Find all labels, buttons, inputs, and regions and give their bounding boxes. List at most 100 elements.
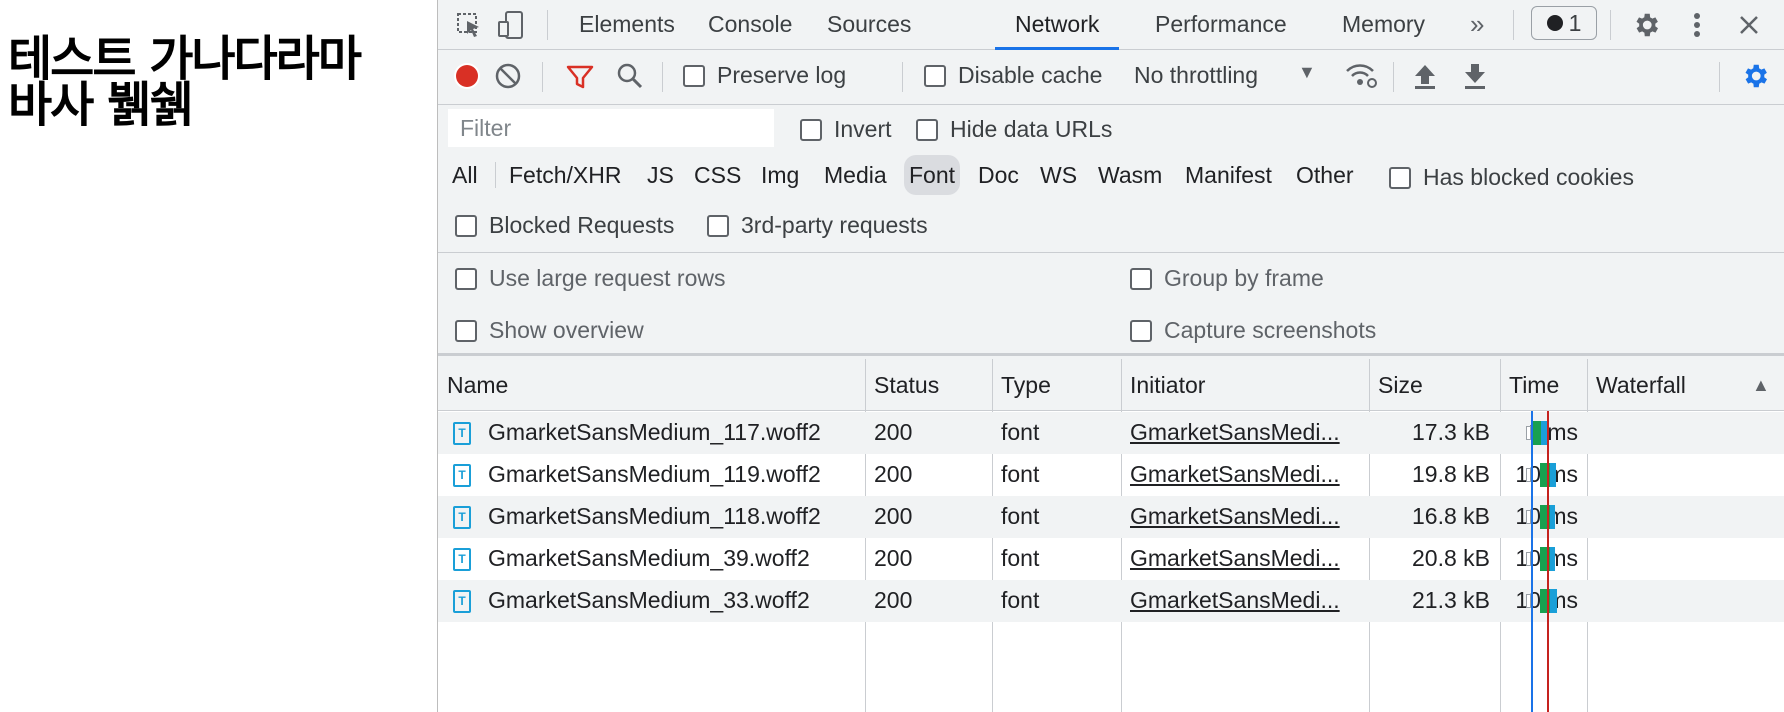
network-conditions-icon[interactable]: [1345, 59, 1379, 93]
tab-performance[interactable]: Performance: [1155, 0, 1287, 50]
column-header-status[interactable]: Status: [865, 359, 939, 411]
blocked-requests-checkbox[interactable]: Blocked Requests: [455, 212, 674, 239]
show-overview-label: Show overview: [489, 317, 644, 343]
column-header-name[interactable]: Name: [438, 359, 508, 411]
has-blocked-cookies-checkbox[interactable]: Has blocked cookies: [1389, 164, 1634, 191]
checkbox-box[interactable]: [455, 319, 477, 342]
tab-console[interactable]: Console: [708, 0, 792, 50]
large-request-rows-checkbox[interactable]: Use large request rows: [455, 265, 726, 292]
disable-cache-checkbox[interactable]: Disable cache: [924, 62, 1102, 89]
column-header-type[interactable]: Type: [992, 359, 1051, 411]
clear-icon[interactable]: [491, 59, 525, 93]
throttling-select[interactable]: No throttling: [1134, 62, 1258, 89]
page-heading: 테스트 가나다라마 바사 뷁쉙: [8, 31, 428, 133]
type-filter-fetch-xhr[interactable]: Fetch/XHR: [504, 155, 626, 195]
close-icon[interactable]: [1732, 8, 1766, 42]
filter-input[interactable]: [448, 109, 774, 147]
search-icon[interactable]: [613, 59, 647, 93]
request-status: 200: [874, 419, 913, 445]
checkbox-box[interactable]: [1130, 319, 1152, 342]
hide-data-urls-checkbox[interactable]: Hide data URLs: [916, 116, 1112, 143]
table-row[interactable]: T GmarketSansMedium_118.woff2 200 font Gmark…: [438, 496, 1784, 538]
request-status: 200: [874, 461, 913, 487]
network-settings-gear-icon[interactable]: [1738, 59, 1772, 93]
show-overview-checkbox[interactable]: Show overview: [455, 317, 644, 344]
issues-count: 1: [1568, 9, 1582, 36]
request-size: 20.8 kB: [1412, 545, 1490, 571]
kebab-menu-icon[interactable]: [1680, 8, 1714, 42]
tab-network[interactable]: Network: [995, 0, 1120, 50]
checkbox-box[interactable]: [800, 118, 822, 141]
hide-data-urls-label: Hide data URLs: [950, 116, 1113, 142]
checkbox-box[interactable]: [1130, 267, 1152, 290]
column-header-time[interactable]: Time: [1500, 359, 1559, 411]
type-filter-ws[interactable]: WS: [1035, 155, 1082, 195]
request-status: 200: [874, 545, 913, 571]
request-initiator-link[interactable]: GmarketSansMedi...: [1130, 498, 1360, 535]
request-name: GmarketSansMedium_117.woff2: [488, 419, 821, 445]
type-filter-all[interactable]: All: [447, 155, 483, 195]
type-filter-css[interactable]: CSS: [689, 155, 746, 195]
type-filter-img[interactable]: Img: [756, 155, 804, 195]
request-initiator-link[interactable]: GmarketSansMedi...: [1130, 456, 1360, 493]
request-type: font: [1001, 419, 1040, 445]
request-size: 17.3 kB: [1412, 419, 1490, 445]
checkbox-box[interactable]: [683, 64, 705, 87]
request-name: GmarketSansMedium_118.woff2: [488, 503, 821, 529]
checkbox-box[interactable]: [1389, 166, 1411, 189]
checkbox-box[interactable]: [924, 64, 946, 87]
requests-table: Name Status Type Initiator Size Time Wat…: [438, 359, 1784, 712]
heading-line-1: 테스트 가나다라마: [8, 31, 362, 87]
issues-counter-button[interactable]: 1: [1531, 6, 1597, 40]
request-initiator-link[interactable]: GmarketSansMedi...: [1130, 540, 1360, 577]
column-header-size[interactable]: Size: [1369, 359, 1423, 411]
sort-ascending-icon[interactable]: ▲: [1743, 359, 1770, 411]
gear-icon[interactable]: [1629, 8, 1663, 42]
upload-icon[interactable]: [1408, 59, 1442, 93]
group-by-frame-checkbox[interactable]: Group by frame: [1130, 265, 1324, 292]
table-row[interactable]: T GmarketSansMedium_117.woff2 200 font Gmark…: [438, 412, 1784, 454]
request-initiator-link[interactable]: GmarketSansMedi...: [1130, 414, 1360, 451]
invert-checkbox[interactable]: Invert: [800, 116, 892, 143]
tab-elements[interactable]: Elements: [579, 0, 675, 50]
font-file-icon: T: [453, 464, 471, 487]
type-filter-wasm[interactable]: Wasm: [1093, 155, 1167, 195]
divider: [495, 162, 496, 188]
divider: [547, 10, 548, 40]
request-initiator-link[interactable]: GmarketSansMedi...: [1130, 582, 1360, 619]
third-party-requests-checkbox[interactable]: 3rd-party requests: [707, 212, 928, 239]
type-filter-other[interactable]: Other: [1291, 155, 1359, 195]
dom-content-loaded-marker: [1531, 411, 1533, 712]
table-row[interactable]: T GmarketSansMedium_33.woff2 200 font Gmarke…: [438, 580, 1784, 622]
inspect-element-icon[interactable]: [452, 8, 486, 42]
type-filter-font[interactable]: Font: [904, 155, 961, 195]
tab-memory[interactable]: Memory: [1342, 0, 1425, 50]
preserve-log-checkbox[interactable]: Preserve log: [683, 62, 846, 89]
chevron-down-icon[interactable]: ▼: [1298, 62, 1316, 83]
column-header-initiator[interactable]: Initiator: [1121, 359, 1205, 411]
request-type: font: [1001, 503, 1040, 529]
filter-icon[interactable]: [563, 59, 597, 93]
type-filter-manifest[interactable]: Manifest: [1180, 155, 1277, 195]
device-toolbar-icon[interactable]: [494, 8, 528, 42]
checkbox-box[interactable]: [455, 267, 477, 290]
column-header-waterfall[interactable]: Waterfall: [1587, 359, 1686, 411]
record-icon[interactable]: [450, 59, 484, 93]
request-size: 16.8 kB: [1412, 503, 1490, 529]
table-row[interactable]: T GmarketSansMedium_119.woff2 200 font Gmark…: [438, 454, 1784, 496]
checkbox-box[interactable]: [455, 214, 477, 237]
tab-sources[interactable]: Sources: [827, 0, 911, 50]
capture-screenshots-checkbox[interactable]: Capture screenshots: [1130, 317, 1376, 344]
checkbox-box[interactable]: [916, 118, 938, 141]
type-filter-media[interactable]: Media: [819, 155, 892, 195]
font-file-icon: T: [453, 590, 471, 613]
heading-line-2: 바사 뷁쉙: [8, 77, 193, 133]
type-filter-js[interactable]: JS: [642, 155, 679, 195]
table-row[interactable]: T GmarketSansMedium_39.woff2 200 font Gmarke…: [438, 538, 1784, 580]
checkbox-box[interactable]: [707, 214, 729, 237]
type-filter-doc[interactable]: Doc: [973, 155, 1024, 195]
download-icon[interactable]: [1458, 59, 1492, 93]
issue-dot-icon: [1546, 15, 1563, 31]
more-tabs-icon[interactable]: »: [1470, 0, 1484, 50]
request-status: 200: [874, 503, 913, 529]
